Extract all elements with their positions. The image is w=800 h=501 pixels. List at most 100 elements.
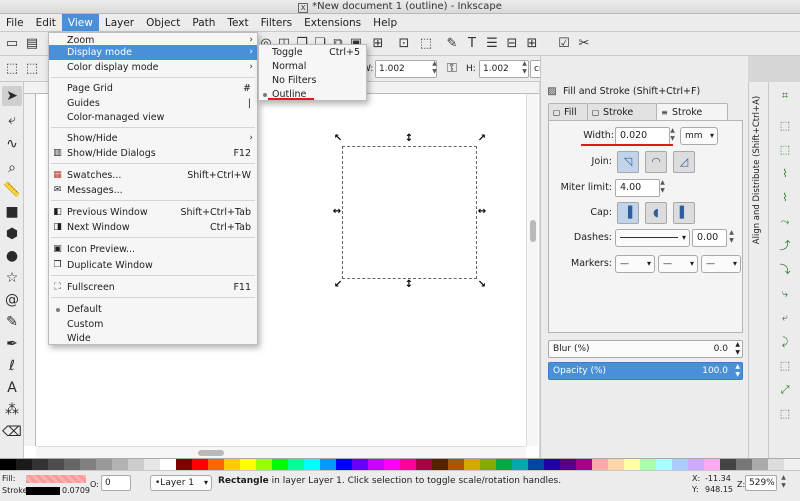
select-all-icon[interactable]: ⬚	[4, 61, 20, 77]
miter-limit-stepper[interactable]: ▲ ▼	[658, 179, 667, 197]
tab-stroke-style[interactable]: ≡Stroke style	[656, 103, 728, 135]
zoom-tool-icon[interactable]: ⌕	[2, 158, 22, 178]
blur-stepper[interactable]: ▲ ▼	[735, 341, 740, 357]
submenu-item-toggle[interactable]: Toggle Ctrl+5	[259, 45, 366, 60]
align-distribute-icon[interactable]: ⊞	[524, 36, 540, 52]
stroke-indicator[interactable]	[26, 487, 60, 495]
snap-guides-icon[interactable]: ⬚	[777, 406, 793, 422]
menu-item-custom[interactable]: Custom	[49, 317, 257, 332]
snap-intersections-icon[interactable]: ⤳	[777, 214, 793, 230]
eraser-tool-icon[interactable]: ⌫	[2, 422, 22, 442]
menu-item-previous-window[interactable]: ◧ Previous Window Shift+Ctrl+Tab	[49, 205, 257, 220]
selector-tool-icon[interactable]: ➤	[2, 86, 22, 106]
node-tool-icon[interactable]: ⤶	[2, 110, 22, 130]
stroke-width-input[interactable]: 0.020	[615, 127, 670, 145]
vertical-scroll-thumb[interactable]	[530, 220, 536, 242]
ellipse-tool-icon[interactable]: ●	[2, 246, 22, 266]
star-tool-icon[interactable]: ☆	[2, 268, 22, 288]
snap-toggle-icon[interactable]: ⌗	[777, 88, 793, 104]
scale-handle-s[interactable]: ↕	[404, 280, 414, 290]
xml-editor-icon[interactable]: ⊟	[504, 36, 520, 52]
menu-item-show-hide-dialogs[interactable]: ▥ Show/Hide Dialogs F12	[49, 146, 257, 161]
snap-paths-icon[interactable]: ⌇	[777, 190, 793, 206]
object-to-path-icon[interactable]: ⬚	[418, 36, 434, 52]
menu-layer[interactable]: Layer	[99, 14, 140, 31]
menu-item-guides[interactable]: Guides |	[49, 96, 257, 111]
w-input[interactable]: 1.002	[375, 60, 437, 78]
width-unit-select[interactable]: mm ▾	[680, 127, 718, 145]
tab-stroke-paint[interactable]: ▢Stroke paint	[587, 103, 657, 135]
scale-handle-n[interactable]: ↕	[404, 134, 414, 144]
cap-square-button[interactable]: ▌	[673, 202, 695, 224]
blur-slider[interactable]: Blur (%) 0.0 ▲ ▼	[548, 340, 743, 358]
dash-offset-input[interactable]: 0.00	[692, 229, 727, 247]
document-properties-icon[interactable]: ☑	[556, 36, 572, 52]
menu-path[interactable]: Path	[186, 14, 221, 31]
tab-fill[interactable]: ▢ Fill	[548, 103, 588, 121]
stroke-width-stepper[interactable]: ▲ ▼	[668, 127, 677, 145]
menu-edit[interactable]: Edit	[30, 14, 62, 31]
zoom-stepper[interactable]: ▲ ▼	[779, 474, 788, 492]
menu-extensions[interactable]: Extensions	[298, 14, 367, 31]
dash-offset-stepper[interactable]: ▲ ▼	[727, 229, 736, 247]
lock-icon[interactable]: ⚿	[444, 61, 460, 77]
text-tool-icon[interactable]: A	[2, 378, 22, 398]
text-font-icon[interactable]: T	[464, 36, 480, 52]
menu-item-page-grid[interactable]: Page Grid #	[49, 81, 257, 96]
tweak-tool-icon[interactable]: ∿	[2, 134, 22, 154]
menu-item-display-mode[interactable]: Display mode ›	[49, 45, 257, 60]
menu-item-next-window[interactable]: ◨ Next Window Ctrl+Tab	[49, 220, 257, 235]
cap-butt-button[interactable]: ▐	[617, 202, 639, 224]
menu-help[interactable]: Help	[367, 14, 403, 31]
layer-select[interactable]: •Layer 1 ▾	[150, 475, 212, 491]
measure-tool-icon[interactable]: 📏	[2, 180, 22, 200]
group-icon[interactable]: ⊞	[370, 36, 386, 52]
snap-cusp-icon[interactable]: ⤴	[777, 238, 793, 254]
spray-tool-icon[interactable]: ⁂	[2, 400, 22, 420]
menu-item-fullscreen[interactable]: ⛶ Fullscreen F11	[49, 280, 257, 295]
join-round-button[interactable]: ◠	[645, 151, 667, 173]
miter-limit-input[interactable]: 4.00	[615, 179, 660, 197]
snap-grids-icon[interactable]: ⤢	[777, 382, 793, 398]
pencil-tool-icon[interactable]: ✎	[2, 312, 22, 332]
scale-handle-sw[interactable]: ↙	[333, 280, 343, 290]
menu-filters[interactable]: Filters	[255, 14, 298, 31]
snap-centers-icon[interactable]: ⤶	[777, 310, 793, 326]
submenu-item-no-filters[interactable]: No Filters	[259, 73, 366, 88]
scale-handle-nw[interactable]: ↖	[333, 134, 343, 144]
opacity-input[interactable]: 0	[101, 475, 131, 491]
menu-item-icon-preview[interactable]: ▣ Icon Preview...	[49, 242, 257, 257]
scale-handle-w[interactable]: ↔	[332, 207, 342, 217]
menu-view[interactable]: View	[61, 14, 99, 31]
menu-item-show-hide[interactable]: Show/Hide ›	[49, 131, 257, 146]
scale-handle-e[interactable]: ↔	[477, 207, 487, 217]
snap-bbox-icon[interactable]: ⬚	[777, 118, 793, 134]
box3d-tool-icon[interactable]: ⬢	[2, 224, 22, 244]
menu-item-swatches[interactable]: ▦ Swatches... Shift+Ctrl+W	[49, 168, 257, 183]
menu-item-color-managed-view[interactable]: Color-managed view	[49, 110, 257, 125]
join-miter-button[interactable]: ◹	[617, 151, 639, 173]
rectangle-outline[interactable]	[342, 146, 477, 279]
menu-file[interactable]: File	[0, 14, 30, 31]
snap-nodes-icon[interactable]: ⌇	[777, 166, 793, 182]
h-stepper[interactable]: ▲ ▼	[520, 60, 529, 78]
pen-tool-icon[interactable]: ✒	[2, 334, 22, 354]
layers-icon[interactable]: ☰	[484, 36, 500, 52]
snap-page-icon[interactable]: ⬚	[777, 358, 793, 374]
snap-smooth-icon[interactable]: ⤵	[777, 262, 793, 278]
horizontal-scroll-thumb[interactable]	[198, 450, 224, 456]
menu-item-default[interactable]: Default	[49, 302, 257, 317]
scale-handle-se[interactable]: ↘	[477, 280, 487, 290]
open-document-icon[interactable]: ▤	[24, 36, 40, 52]
submenu-item-normal[interactable]: Normal	[259, 59, 366, 74]
select-all-layers-icon[interactable]: ⬚	[24, 61, 40, 77]
snap-rotation-icon[interactable]: ⤸	[777, 334, 793, 350]
marker-mid-select[interactable]: — ▾	[658, 255, 698, 273]
vertical-scrollbar[interactable]	[526, 94, 538, 446]
marker-end-select[interactable]: — ▾	[701, 255, 741, 273]
menu-item-duplicate-window[interactable]: ❐ Duplicate Window	[49, 258, 257, 273]
snap-bbox-edges-icon[interactable]: ⬚	[777, 142, 793, 158]
menu-item-messages[interactable]: ✉ Messages...	[49, 183, 257, 198]
snap-midpoints-icon[interactable]: ⤷	[777, 286, 793, 302]
opacity-stepper[interactable]: ▲ ▼	[735, 363, 740, 379]
